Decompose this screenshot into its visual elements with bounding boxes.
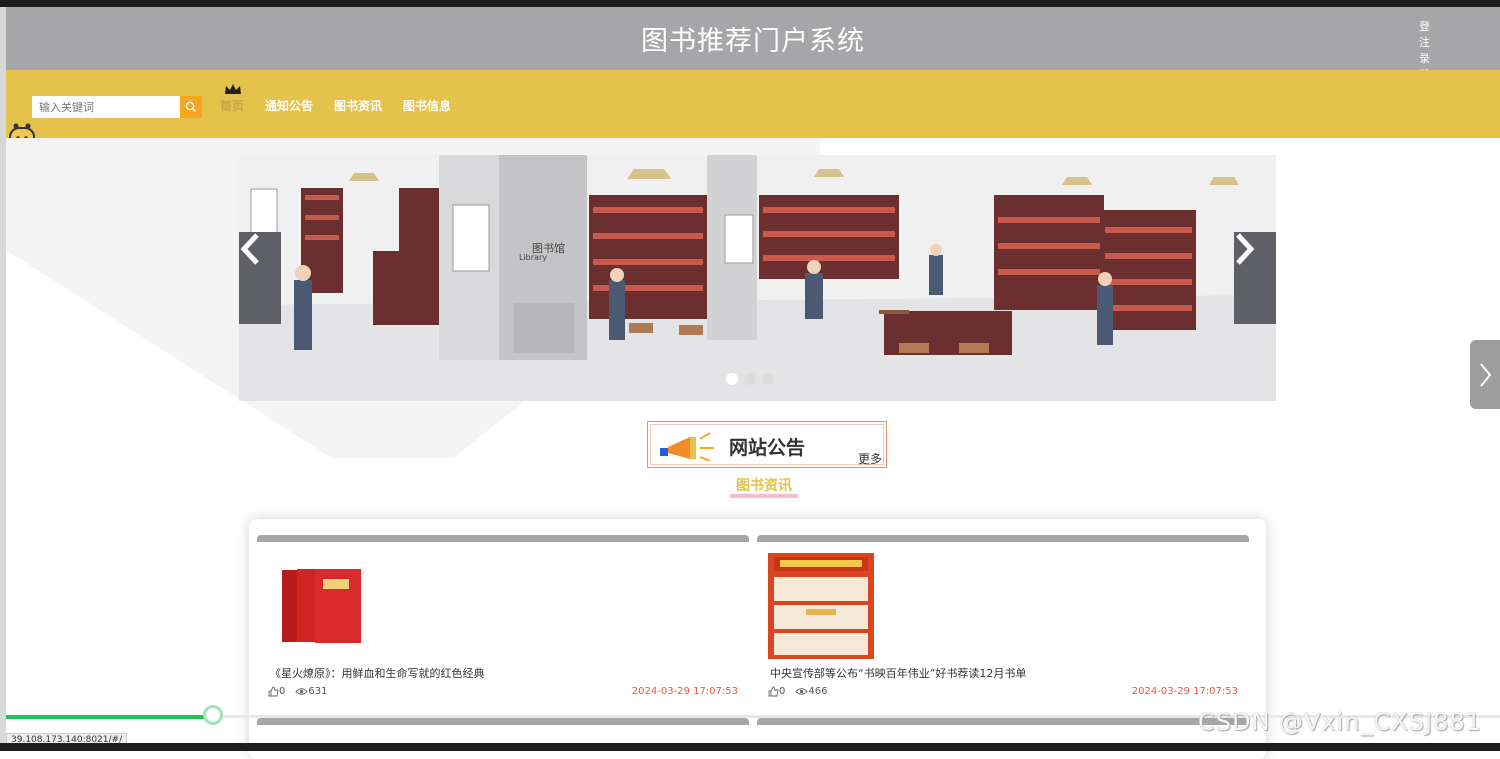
news-views: 631 (308, 686, 328, 697)
card-top-bar (257, 718, 749, 725)
chevron-right-icon (1236, 233, 1255, 265)
banner-carousel[interactable]: 图书馆 Library (239, 155, 1276, 401)
search-input[interactable] (32, 96, 180, 118)
news-likes: 0 (279, 686, 286, 697)
carousel-prev-button[interactable] (239, 232, 281, 324)
megaphone-icon (660, 432, 714, 461)
site-header: 图书推荐门户系统 登 注 录 册 (6, 7, 1500, 81)
news-meta: 0 466 (768, 686, 837, 697)
nav-menu: 首页 通知公告 图书资讯 图书信息 (220, 84, 472, 114)
news-date: 2024-03-29 17:07:53 (631, 686, 738, 697)
thumbs-up-icon[interactable] (768, 686, 779, 697)
notice-title: 网站公告 (729, 437, 806, 459)
card-top-bar (257, 535, 749, 542)
carousel-dot[interactable] (762, 373, 774, 385)
nav-item-notices[interactable]: 通知公告 (265, 84, 313, 114)
news-thumbnail[interactable] (268, 553, 374, 659)
nav-item-label: 通知公告 (265, 99, 314, 113)
notice-more-link[interactable]: 更多 (858, 450, 882, 467)
news-title[interactable]: 《星火燎原》：用鲜血和生命写就的红色经典 (270, 665, 485, 681)
news-card[interactable]: 《星火燎原》：用鲜血和生命写就的红色经典 0 631 2024-03-29 17… (257, 535, 749, 711)
library-illustration: 图书馆 Library (239, 155, 1276, 401)
video-progress-handle[interactable] (203, 705, 223, 725)
nav-item-home[interactable]: 首页 (220, 84, 244, 114)
video-bottom-bar (0, 743, 1500, 751)
news-title[interactable]: 中央宣传部等公布“书映百年伟业”好书荐读12月书单 (770, 665, 1026, 681)
watermark-text: CSDN @Vxin_CXSJ881 (1198, 708, 1482, 736)
news-card[interactable]: 中央宣传部等公布“书映百年伟业”好书荐读12月书单 0 466 2024-03-… (757, 535, 1249, 711)
nav-bar: 首页 通知公告 图书资讯 图书信息 (6, 70, 1500, 138)
chevron-right-icon (1480, 362, 1492, 387)
news-panel: 《星火燎原》：用鲜血和生命写就的红色经典 0 631 2024-03-29 17… (249, 519, 1266, 759)
card-top-bar (757, 718, 1249, 725)
carousel-dots (726, 373, 780, 385)
nav-item-book-news[interactable]: 图书资讯 (334, 84, 382, 114)
video-top-bar (0, 0, 1500, 7)
news-meta: 0 631 (268, 686, 337, 697)
chevron-left-icon (240, 233, 259, 265)
carousel-dot[interactable] (744, 373, 756, 385)
card-top-bar (757, 535, 1249, 542)
carousel-dot[interactable] (726, 373, 738, 385)
crown-icon (225, 84, 241, 94)
search-icon (185, 101, 196, 112)
site-title: 图书推荐门户系统 (641, 26, 865, 57)
nav-item-label: 首页 (220, 99, 245, 113)
search-button[interactable] (180, 96, 202, 118)
news-views: 466 (808, 686, 828, 697)
login-link[interactable]: 登 注 (1419, 19, 1459, 51)
section-title: 图书资讯 (730, 478, 798, 498)
nav-item-book-info[interactable]: 图书信息 (403, 84, 451, 114)
library-sign-sub: Library (519, 253, 547, 262)
video-progress-fill (6, 715, 212, 719)
side-next-button[interactable] (1470, 340, 1500, 409)
news-date: 2024-03-29 17:07:53 (1131, 686, 1238, 697)
thumbs-up-icon[interactable] (268, 686, 279, 697)
eye-icon (295, 688, 309, 695)
news-thumbnail[interactable] (768, 553, 874, 659)
nav-item-label: 图书信息 (403, 99, 452, 113)
carousel-next-button[interactable] (1234, 232, 1276, 324)
news-likes: 0 (779, 686, 786, 697)
nav-item-label: 图书资讯 (334, 99, 383, 113)
notice-banner[interactable]: 网站公告 更多 (647, 421, 887, 468)
eye-icon (795, 688, 809, 695)
search-box (32, 96, 202, 118)
